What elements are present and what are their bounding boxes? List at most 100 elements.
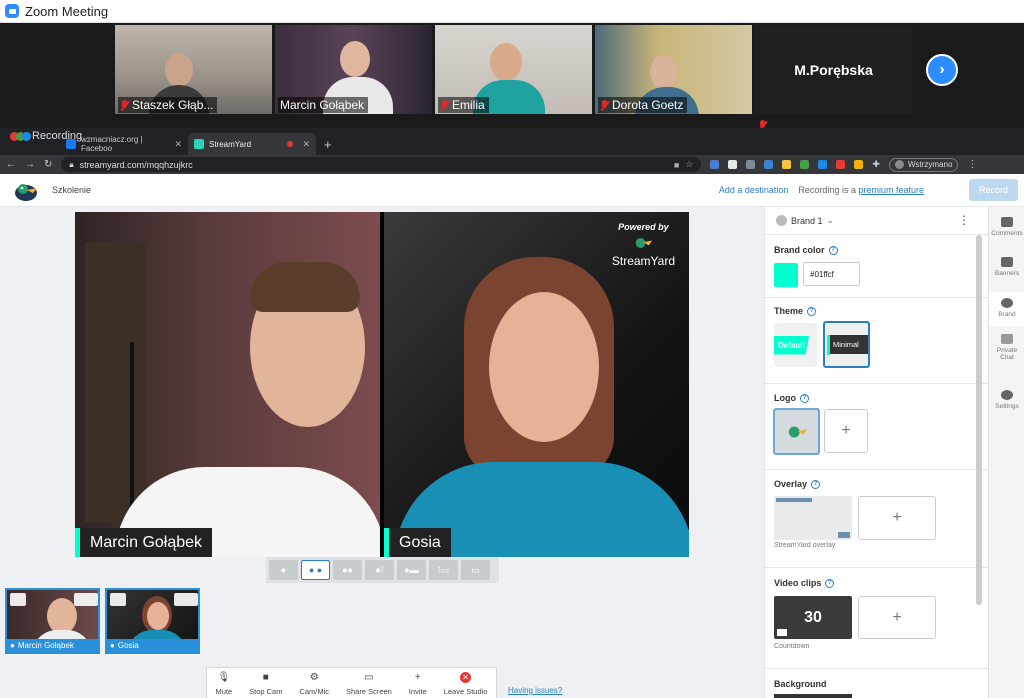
layout-split-button[interactable]: ● ● — [301, 560, 330, 580]
rail-settings[interactable]: Settings — [989, 390, 1024, 410]
theme-default-label: Default — [774, 335, 810, 355]
theme-default-option[interactable]: Default — [774, 323, 817, 367]
panel-scrollbar[interactable] — [976, 235, 982, 605]
stop-cam-button[interactable]: ■ Stop Cam — [249, 672, 282, 696]
close-tab-icon[interactable]: ✕ — [302, 139, 310, 150]
participant-tile-active[interactable]: Marcin Gołąbek — [275, 25, 432, 114]
overlay-thumbnail[interactable] — [774, 496, 852, 540]
add-person-icon: + — [414, 672, 421, 683]
name-lower-third: Gosia — [384, 528, 451, 557]
layout-screen-side-button[interactable]: ●▬ — [397, 560, 426, 580]
rail-comments[interactable]: Comments — [989, 217, 1024, 237]
help-icon[interactable]: ? — [800, 393, 809, 403]
browser-tab[interactable]: wzmacniacz.org | Faceboo ✕ — [60, 133, 188, 155]
add-video-clip-button[interactable]: + — [858, 596, 936, 639]
brand-color-input[interactable]: #01ffcf — [803, 262, 860, 286]
add-destination-link[interactable]: Add a destination — [719, 185, 789, 195]
having-issues-link[interactable]: Having issues? — [508, 686, 562, 695]
address-bar[interactable]: 🔒︎ streamyard.com/mqqhzujkrc ■ ☆ — [61, 157, 702, 172]
streamyard-logo-icon — [788, 426, 807, 437]
share-screen-button[interactable]: ▭ Share Screen — [346, 672, 392, 696]
extension-icon[interactable] — [728, 160, 738, 169]
overlay-caption: StreamYard overlay — [774, 542, 836, 549]
clip-caption: Countdown — [774, 643, 810, 650]
brand-name: Brand 1 — [791, 215, 823, 226]
bookmark-star-icon[interactable]: ☆ — [685, 159, 693, 170]
cam-mic-settings-button[interactable]: ⚙ Cam/Mic — [299, 672, 329, 696]
tab-label: wzmacniacz.org | Faceboo — [81, 135, 143, 153]
extension-icon[interactable] — [782, 160, 792, 169]
camera-icon: ■ — [262, 672, 269, 683]
person-icon[interactable] — [110, 593, 126, 606]
leave-studio-button[interactable]: ✕ Leave Studio — [444, 672, 487, 696]
participant-name: M.Porębska — [794, 61, 873, 78]
mic-more-icon[interactable] — [74, 593, 98, 606]
mic-more-icon[interactable] — [174, 593, 198, 606]
extension-icon[interactable] — [800, 160, 810, 169]
theme-minimal-label: Minimal — [830, 335, 868, 354]
clip-countdown-number: 30 — [804, 608, 822, 626]
avatar — [894, 160, 904, 169]
browser-toolbar: ← → ↻ 🔒︎ streamyard.com/mqqhzujkrc ■ ☆ ✚… — [0, 155, 1024, 174]
help-icon[interactable]: ? — [811, 479, 821, 489]
layout-solo-button[interactable]: ● — [269, 560, 298, 580]
theme-minimal-option[interactable]: Minimal — [823, 321, 870, 368]
premium-feature-link[interactable]: premium feature — [858, 185, 924, 195]
broadcast-title[interactable]: Szkolenie — [52, 185, 91, 195]
brand-panel: Brand 1 ⌄ ⋮ Brand color? #01ffcf Theme? … — [764, 207, 988, 698]
participant-tile[interactable]: Emilia — [435, 25, 592, 114]
extension-icon[interactable] — [818, 160, 828, 169]
extension-icon[interactable] — [764, 160, 774, 169]
new-tab-icon[interactable]: + — [316, 137, 340, 155]
profile-button[interactable]: Wstrzymano — [888, 157, 959, 172]
participant-tile[interactable]: Staszek Głąb... — [115, 25, 272, 114]
extension-icon[interactable] — [854, 160, 864, 169]
reload-icon[interactable]: ↻ — [44, 159, 52, 170]
extensions-puzzle-icon[interactable]: ✚ — [872, 159, 880, 170]
back-arrow-icon[interactable]: ← — [6, 159, 16, 170]
add-overlay-button[interactable]: + — [858, 496, 936, 540]
help-icon[interactable]: ? — [828, 245, 838, 255]
layout-selector: ● ● ● ●● ●⁝ ●▬ ⁝▭ ▭ — [266, 557, 499, 583]
help-icon[interactable]: ? — [825, 578, 835, 588]
rail-brand[interactable]: Brand — [989, 292, 1024, 326]
camera-icon[interactable]: ■ — [674, 160, 679, 170]
browser-tab-active[interactable]: StreamYard ✕ — [188, 133, 316, 155]
brand-selector[interactable]: Brand 1 ⌄ — [776, 215, 834, 226]
participant-tile[interactable]: Dorota Goetz — [595, 25, 752, 114]
browser-tabstrip: Recording wzmacniacz.org | Faceboo ✕ Str… — [0, 128, 1024, 155]
person-icon[interactable] — [10, 593, 26, 606]
add-logo-button[interactable]: + — [824, 409, 868, 453]
stage-video[interactable]: Marcin Gołąbek — [75, 212, 380, 557]
layout-screen-small-button[interactable]: ⁝▭ — [429, 560, 458, 580]
layout-group-button[interactable]: ●● — [333, 560, 362, 580]
monitor-icon: ▭ — [364, 672, 374, 683]
more-menu-icon[interactable]: ⋮ — [967, 159, 977, 170]
backstage-thumbnail[interactable]: ● Marcin Gołąbek — [5, 588, 100, 654]
rail-private-chat[interactable]: Private Chat — [989, 334, 1024, 361]
help-icon[interactable]: ? — [807, 306, 817, 316]
extension-icon[interactable] — [746, 160, 756, 169]
backstage-thumbnail[interactable]: ● Gosia — [105, 588, 200, 654]
video-clip-thumbnail[interactable]: 30 — [774, 596, 852, 639]
record-button[interactable]: Record — [969, 179, 1018, 201]
layout-fullscreen-button[interactable]: ▭ — [461, 560, 490, 580]
forward-arrow-icon[interactable]: → — [25, 159, 35, 170]
participant-name: Emilia — [452, 98, 485, 112]
next-page-arrow-icon[interactable]: › — [926, 54, 958, 86]
more-options-icon[interactable]: ⋮ — [958, 213, 970, 227]
gear-icon — [1001, 390, 1013, 400]
participant-tile-novideo[interactable]: M.Porębska — [755, 25, 912, 114]
mute-button[interactable]: 🎙︎ Mute — [215, 672, 232, 696]
extension-icon[interactable] — [836, 160, 846, 169]
extension-icon[interactable] — [710, 160, 720, 169]
logo-thumbnail[interactable] — [773, 408, 820, 455]
layout-leader-button[interactable]: ●⁝ — [365, 560, 394, 580]
brand-color-swatch[interactable] — [774, 263, 798, 287]
comment-icon — [1001, 217, 1013, 227]
rail-banners[interactable]: Banners — [989, 257, 1024, 277]
invite-button[interactable]: + Invite — [409, 672, 427, 696]
close-tab-icon[interactable]: ✕ — [174, 139, 182, 150]
banner-icon — [1001, 257, 1013, 267]
background-thumbnail[interactable] — [774, 694, 852, 698]
